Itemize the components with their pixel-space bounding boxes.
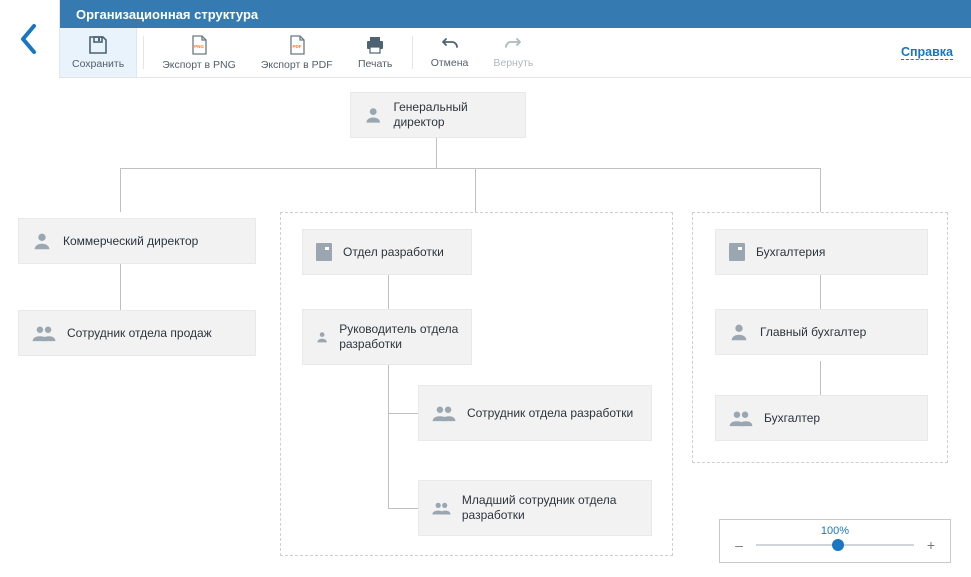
- zoom-out-button[interactable]: –: [732, 537, 746, 553]
- node-label: Коммерческий директор: [63, 234, 198, 249]
- node-label: Бухгалтерия: [756, 245, 825, 260]
- export-pdf-button[interactable]: PDF Экспорт в PDF: [249, 28, 346, 77]
- svg-text:PNG: PNG: [194, 44, 204, 49]
- node-label: Младший сотрудник отдела разработки: [462, 493, 639, 523]
- node-label: Руководитель отдела разработки: [339, 322, 459, 352]
- connector: [820, 168, 821, 212]
- person-icon: [363, 104, 383, 126]
- svg-text:PDF: PDF: [292, 44, 301, 49]
- zoom-slider[interactable]: [756, 544, 914, 546]
- save-icon: [88, 36, 108, 54]
- node-label: Сотрудник отдела разработки: [467, 406, 633, 421]
- connector: [120, 168, 121, 212]
- node-label: Главный бухгалтер: [760, 325, 866, 340]
- group-icon: [431, 402, 457, 424]
- connector: [388, 413, 418, 414]
- person-icon: [728, 321, 750, 343]
- print-button[interactable]: Печать: [346, 28, 406, 77]
- redo-button: Вернуть: [481, 28, 546, 77]
- node-chief-accountant[interactable]: Главный бухгалтер: [715, 309, 928, 355]
- connector: [120, 168, 820, 169]
- group-icon: [728, 407, 754, 429]
- department-icon: [728, 242, 746, 262]
- node-sales-employee[interactable]: Сотрудник отдела продаж: [18, 310, 256, 356]
- connector: [820, 275, 821, 309]
- node-junior-dev[interactable]: Младший сотрудник отдела разработки: [418, 480, 652, 536]
- group-icon: [31, 322, 57, 344]
- connector: [388, 275, 389, 309]
- node-label: Сотрудник отдела продаж: [67, 326, 212, 341]
- group-icon: [431, 497, 452, 519]
- undo-icon: [441, 37, 459, 53]
- zoom-control: 100% – +: [719, 519, 951, 563]
- save-button[interactable]: Сохранить: [60, 28, 137, 77]
- zoom-thumb[interactable]: [832, 539, 844, 551]
- file-png-icon: PNG: [190, 35, 208, 55]
- page-title: Организационная структура: [76, 7, 258, 22]
- export-png-label: Экспорт в PNG: [162, 59, 236, 71]
- person-icon: [315, 326, 329, 348]
- node-label: Генеральный директор: [393, 100, 513, 130]
- node-dev-lead[interactable]: Руководитель отдела разработки: [302, 309, 472, 365]
- person-icon: [31, 230, 53, 252]
- file-pdf-icon: PDF: [288, 35, 306, 55]
- chevron-left-icon: [19, 22, 41, 56]
- undo-label: Отмена: [431, 57, 469, 69]
- undo-button[interactable]: Отмена: [419, 28, 482, 77]
- node-ceo[interactable]: Генеральный директор: [350, 92, 526, 138]
- export-pdf-label: Экспорт в PDF: [261, 59, 333, 71]
- node-dev-dept[interactable]: Отдел разработки: [302, 229, 472, 275]
- connector: [475, 168, 476, 212]
- node-accounting-dept[interactable]: Бухгалтерия: [715, 229, 928, 275]
- save-label: Сохранить: [72, 58, 124, 70]
- org-chart-canvas[interactable]: Генеральный директор Коммерческий директ…: [0, 78, 971, 577]
- title-bar: Организационная структура: [60, 0, 971, 28]
- node-commercial-director[interactable]: Коммерческий директор: [18, 218, 256, 264]
- node-dev-employee[interactable]: Сотрудник отдела разработки: [418, 385, 652, 441]
- node-accountant[interactable]: Бухгалтер: [715, 395, 928, 441]
- node-label: Бухгалтер: [764, 411, 820, 426]
- redo-label: Вернуть: [493, 57, 533, 69]
- zoom-value: 100%: [821, 525, 849, 537]
- department-icon: [315, 242, 333, 262]
- toolbar: Сохранить PNG Экспорт в PNG PDF Экспорт …: [60, 28, 971, 78]
- redo-icon: [504, 37, 522, 53]
- zoom-in-button[interactable]: +: [924, 537, 938, 553]
- export-png-button[interactable]: PNG Экспорт в PNG: [150, 28, 249, 77]
- node-label: Отдел разработки: [343, 245, 444, 260]
- print-label: Печать: [358, 58, 392, 70]
- connector: [436, 138, 437, 168]
- back-button[interactable]: [0, 0, 60, 78]
- connector: [388, 508, 418, 509]
- help-link[interactable]: Справка: [901, 45, 953, 60]
- connector: [120, 264, 121, 310]
- connector: [820, 361, 821, 395]
- printer-icon: [365, 36, 385, 54]
- connector: [388, 365, 389, 508]
